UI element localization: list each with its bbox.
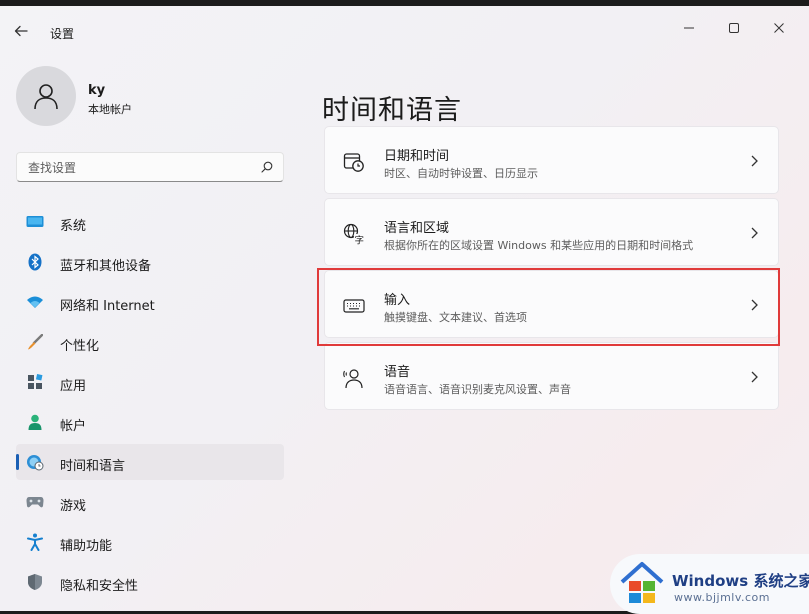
- card-title: 语言和区域: [384, 221, 450, 236]
- sidebar-item-bluetooth[interactable]: 蓝牙和其他设备: [16, 244, 284, 280]
- account-type: 本地帐户: [88, 103, 132, 116]
- chevron-right-icon: [751, 371, 758, 383]
- sidebar-item-label: 辅助功能: [60, 539, 113, 554]
- sidebar-item-label: 应用: [60, 379, 87, 394]
- chevron-right-icon: [751, 227, 758, 239]
- card-subtitle: 语音语言、语音识别麦克风设置、声音: [384, 383, 571, 396]
- brush-icon: [26, 333, 44, 351]
- sidebar-item-label: 时间和语言: [60, 459, 126, 474]
- user-icon: [34, 84, 58, 110]
- speech-icon: [343, 369, 363, 389]
- globe-clock-icon: [26, 453, 44, 471]
- person-icon: [26, 413, 44, 431]
- card-typing[interactable]: 输入 触摸键盘、文本建议、首选项: [324, 270, 779, 338]
- sidebar-item-network[interactable]: 网络和 Internet: [16, 284, 284, 320]
- card-date-time[interactable]: 日期和时间 时区、自动时钟设置、日历显示: [324, 126, 779, 194]
- maximize-icon: [729, 23, 739, 33]
- minimize-button[interactable]: [666, 14, 712, 42]
- card-title: 日期和时间: [384, 149, 450, 164]
- sidebar-item-gaming[interactable]: 游戏: [16, 484, 284, 520]
- sidebar-item-label: 游戏: [60, 499, 87, 514]
- sidebar-item-label: 系统: [60, 219, 87, 234]
- sidebar-item-label: 蓝牙和其他设备: [60, 259, 152, 274]
- sidebar-item-accounts[interactable]: 帐户: [16, 404, 284, 440]
- sidebar-item-label: 个性化: [60, 339, 100, 354]
- card-subtitle: 根据你所在的区域设置 Windows 和某些应用的日期和时间格式: [384, 239, 694, 252]
- sidebar-item-system[interactable]: 系统: [16, 204, 284, 240]
- language-icon: 字: [343, 223, 365, 246]
- watermark-brand: Windows 系统之家: [672, 570, 809, 591]
- search-icon[interactable]: [261, 161, 273, 173]
- watermark-url: www.bjjmlv.com: [674, 591, 770, 604]
- accessibility-icon: [26, 533, 44, 551]
- sidebar-item-privacy[interactable]: 隐私和安全性: [16, 564, 284, 600]
- title-bar: 设置: [0, 6, 809, 48]
- sidebar-item-label: 帐户: [60, 419, 87, 434]
- card-subtitle: 触摸键盘、文本建议、首选项: [384, 311, 527, 324]
- keyboard-icon: [343, 299, 365, 313]
- sidebar-item-accessibility[interactable]: 辅助功能: [16, 524, 284, 560]
- user-name: ky: [88, 83, 106, 98]
- minimize-icon: [684, 27, 694, 29]
- settings-window: 设置 ky 本地帐户 系统: [0, 6, 809, 611]
- sidebar-item-label: 隐私和安全性: [60, 579, 139, 594]
- card-speech[interactable]: 语音 语音语言、语音识别麦克风设置、声音: [324, 342, 779, 410]
- svg-text:字: 字: [355, 235, 365, 246]
- sidebar-nav: 系统 蓝牙和其他设备 网络和 Internet 个性化 应用 帐户 时间和语言 …: [16, 204, 284, 604]
- back-arrow-icon: [14, 25, 28, 37]
- back-button[interactable]: [14, 23, 34, 43]
- window-title: 设置: [50, 27, 75, 41]
- chevron-right-icon: [751, 155, 758, 167]
- close-button[interactable]: [756, 14, 802, 42]
- shield-icon: [26, 573, 44, 591]
- avatar[interactable]: [16, 66, 76, 126]
- watermark-brand-name: Windows: [672, 572, 749, 590]
- card-title: 语音: [384, 365, 411, 380]
- active-indicator: [16, 454, 19, 470]
- wifi-icon: [26, 293, 44, 311]
- card-language-region[interactable]: 字 语言和区域 根据你所在的区域设置 Windows 和某些应用的日期和时间格式: [324, 198, 779, 266]
- watermark-brand-suffix: 系统之家: [753, 572, 809, 590]
- chevron-right-icon: [751, 299, 758, 311]
- sidebar-item-time-language[interactable]: 时间和语言: [16, 444, 284, 480]
- search-input[interactable]: [26, 158, 250, 178]
- gamepad-icon: [26, 493, 44, 511]
- system-icon: [26, 213, 44, 231]
- card-title: 输入: [384, 293, 411, 308]
- card-subtitle: 时区、自动时钟设置、日历显示: [384, 167, 538, 180]
- sidebar-item-label: 网络和 Internet: [60, 299, 155, 314]
- calendar-clock-icon: [343, 153, 364, 172]
- search-box[interactable]: [16, 152, 284, 182]
- page-title: 时间和语言: [322, 95, 462, 127]
- bluetooth-icon: [26, 253, 44, 271]
- maximize-button[interactable]: [711, 14, 757, 42]
- sidebar-item-apps[interactable]: 应用: [16, 364, 284, 400]
- close-icon: [774, 23, 784, 33]
- sidebar-item-personalization[interactable]: 个性化: [16, 324, 284, 360]
- windows-logo-icon: [620, 562, 664, 603]
- apps-icon: [26, 373, 44, 391]
